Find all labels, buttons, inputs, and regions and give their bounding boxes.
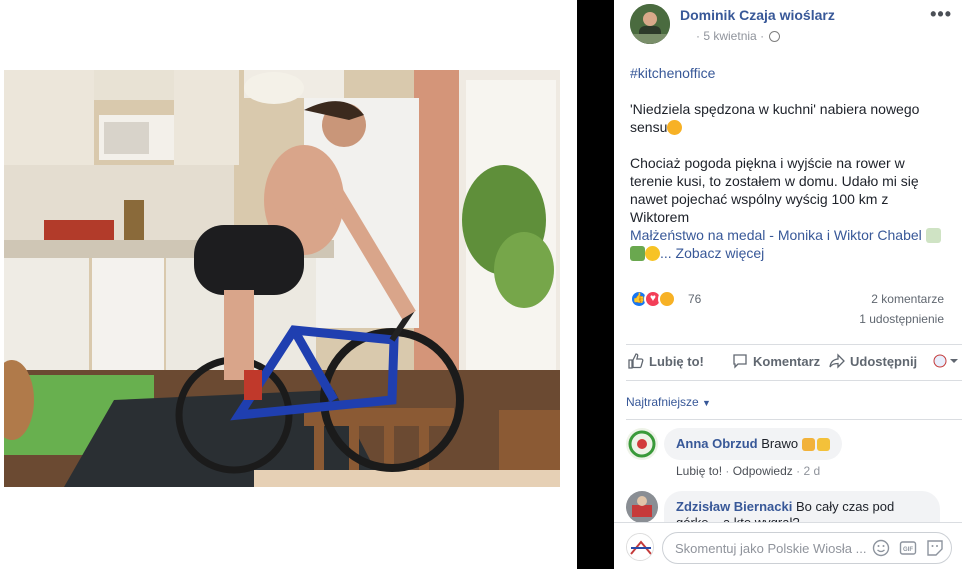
haha-reaction-icon — [658, 290, 676, 308]
comment-item: Anna Obrzud Brawo Lubię to! · Odpowiedz … — [626, 428, 956, 480]
page-avatar-chevron-icon — [933, 354, 958, 368]
comment-meta: Lubię to! · Odpowiedz · 2 d — [676, 464, 821, 478]
comment-text: Brawo — [761, 436, 799, 451]
comment-icon — [733, 354, 747, 369]
mention-link[interactable]: Małżeństwo na medal - Monika i Wiktor Ch… — [630, 227, 922, 243]
comment-time[interactable]: 2 d — [803, 464, 820, 478]
comment-bubble: Zdzisław Biernacki Bo cały czas pod górk… — [664, 491, 940, 522]
post-meta: · 5 kwietnia · — [696, 29, 781, 43]
action-bar: Lubię to! Komentarz Udostępnij — [626, 344, 962, 378]
svg-text:GIF: GIF — [903, 547, 913, 553]
chevron-down-icon: ▼ — [702, 398, 711, 408]
reaction-count[interactable]: 76 — [688, 292, 701, 306]
comment-like-link[interactable]: Lubię to! — [676, 464, 722, 478]
comment-item: Zdzisław Biernacki Bo cały czas pod górk… — [626, 491, 956, 522]
separator: · — [760, 29, 768, 43]
globe-icon[interactable] — [769, 31, 781, 42]
sort-dropdown[interactable]: Najtrafniejsze ▼ — [626, 395, 711, 409]
couple-emoji-icon — [630, 246, 645, 261]
photo-stage — [0, 0, 577, 569]
thumbs-up-icon — [628, 353, 644, 369]
author-avatar[interactable] — [630, 4, 670, 44]
more-options-icon[interactable]: ••• — [930, 4, 952, 25]
comment-bubble: Anna Obrzud Brawo — [664, 428, 842, 460]
author-name[interactable]: Dominik Czaja wioślarz — [680, 7, 835, 23]
muscle-emoji-icon — [816, 438, 830, 451]
comments-count[interactable]: 2 komentarze — [871, 292, 944, 306]
photo-image — [4, 70, 560, 487]
comment-button[interactable]: Komentarz — [732, 353, 820, 369]
hashtag-link[interactable]: #kitchenoffice — [630, 65, 715, 81]
comment-composer: Skomentuj jako Polskie Wiosła ... GIF — [614, 522, 962, 569]
post-text: #kitchenoffice 'Niedziela spędzona w kuc… — [630, 64, 950, 262]
lightbox-divider — [577, 0, 614, 569]
composer-tools: GIF — [863, 539, 944, 557]
reactions-summary: 👍 ♥ 76 2 komentarze 1 udostępnienie — [630, 290, 960, 326]
react-as-page-button[interactable] — [933, 353, 962, 369]
post-photo[interactable] — [4, 70, 560, 487]
comment-label: Komentarz — [753, 354, 821, 369]
sort-label: Najtrafniejsze — [626, 395, 699, 409]
post-header: Dominik Czaja wioślarz · 5 kwietnia · ••… — [630, 4, 960, 48]
share-arrow-icon — [829, 353, 845, 369]
see-more-link[interactable]: ... Zobacz więcej — [660, 245, 764, 261]
post-line-2: Chociaż pogoda piękna i wyjście na rower… — [630, 155, 919, 225]
commenter-avatar[interactable] — [626, 428, 658, 460]
comment-sort: Najtrafniejsze ▼ — [626, 380, 962, 420]
post-panel: Dominik Czaja wioślarz · 5 kwietnia · ••… — [614, 0, 962, 569]
emoji-icon[interactable] — [872, 539, 890, 557]
commenter-name[interactable]: Anna Obrzud — [676, 436, 758, 451]
clap-emoji-icon — [801, 438, 815, 451]
smile-emoji-icon — [645, 246, 660, 261]
gif-icon[interactable]: GIF — [899, 539, 917, 557]
post-date[interactable]: 5 kwietnia — [703, 29, 756, 43]
commenter-name[interactable]: Zdzisław Biernacki — [676, 499, 792, 514]
composer-page-avatar[interactable] — [626, 533, 654, 561]
share-button[interactable]: Udostępnij — [829, 353, 917, 369]
cyclist-emoji-icon — [925, 228, 941, 243]
share-label: Udostępnij — [850, 354, 918, 369]
sticker-icon[interactable] — [926, 539, 944, 557]
commenter-avatar[interactable] — [626, 491, 658, 522]
shares-count[interactable]: 1 udostępnienie — [859, 312, 944, 326]
reaction-icons[interactable]: 👍 ♥ — [630, 290, 676, 308]
rofl-emoji-icon — [667, 120, 683, 135]
like-button[interactable]: Lubię to! — [628, 353, 704, 369]
like-label: Lubię to! — [649, 354, 704, 369]
comment-reply-link[interactable]: Odpowiedz — [733, 464, 793, 478]
